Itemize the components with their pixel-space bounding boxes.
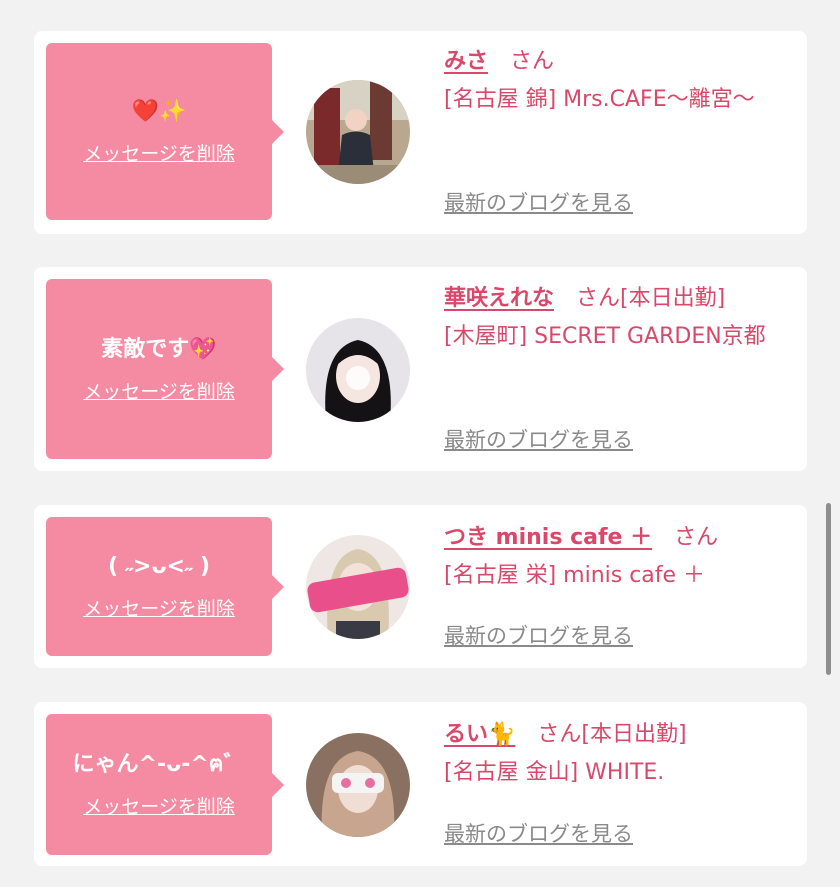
status-badge: [本日出勤] [620, 286, 726, 311]
message-text: 素敵です💖 [101, 336, 217, 362]
delete-message-link[interactable]: メッセージを削除 [83, 139, 235, 166]
cast-name-link[interactable]: 華咲えれな [444, 286, 554, 311]
shop-name: [名古屋 栄] minis cafe ＋ [444, 563, 706, 588]
cast-info: 華咲えれな さん[本日出勤] [木屋町] SECRET GARDEN京都 [444, 280, 794, 356]
cast-name-link[interactable]: つき minis cafe ＋ [444, 525, 652, 550]
honorific: さん [537, 722, 582, 747]
latest-blog-link[interactable]: 最新のブログを見る [444, 818, 633, 848]
avatar-photo-icon [306, 535, 410, 639]
delete-message-link[interactable]: メッセージを削除 [83, 792, 235, 819]
favorite-card: 素敵です💖 メッセージを削除 華咲えれな さん[本日出勤] [木屋町] SECRE… [34, 267, 807, 471]
avatar-photo-icon [306, 318, 410, 422]
favorite-card: ( ˶>ᴗ<˶ ) メッセージを削除 つき minis cafe ＋ さん [名古… [34, 505, 807, 668]
cast-name-link[interactable]: みさ [444, 49, 488, 74]
avatar[interactable] [306, 80, 410, 184]
scrollbar[interactable] [826, 503, 831, 675]
favorite-card: ❤️✨ メッセージを削除 みさ さん [名古屋 錦] Mrs.CAFE〜離宮〜 最… [34, 31, 807, 234]
avatar[interactable] [306, 318, 410, 422]
status-badge: [本日出勤] [581, 722, 687, 747]
delete-message-link[interactable]: メッセージを削除 [83, 377, 235, 404]
cast-name-link[interactable]: るい🐈 [444, 722, 515, 747]
avatar[interactable] [306, 733, 410, 837]
honorific: さん [510, 49, 555, 74]
latest-blog-link[interactable]: 最新のブログを見る [444, 424, 633, 454]
shop-name: [名古屋 錦] Mrs.CAFE〜離宮〜 [444, 87, 755, 112]
honorific: さん [674, 525, 719, 550]
cast-info: つき minis cafe ＋ さん [名古屋 栄] minis cafe ＋ [444, 519, 794, 595]
shop-name: [木屋町] SECRET GARDEN京都 [444, 324, 766, 349]
message-bubble: にゃん^-ᴗ-^ฅ゛ メッセージを削除 [46, 714, 284, 855]
message-text: にゃん^-ᴗ-^ฅ゛ [72, 752, 246, 777]
message-bubble: 素敵です💖 メッセージを削除 [46, 279, 284, 459]
message-bubble: ( ˶>ᴗ<˶ ) メッセージを削除 [46, 517, 284, 656]
avatar[interactable] [306, 535, 410, 639]
latest-blog-link[interactable]: 最新のブログを見る [444, 620, 633, 650]
cast-info: るい🐈 さん[本日出勤] [名古屋 金山] WHITE. [444, 716, 794, 792]
shop-name: [名古屋 金山] WHITE. [444, 760, 665, 785]
favorite-card: にゃん^-ᴗ-^ฅ゛ メッセージを削除 るい🐈 さん[本日出勤] [名古屋 金山]… [34, 702, 807, 866]
message-bubble: ❤️✨ メッセージを削除 [46, 43, 284, 220]
avatar-photo-icon [306, 80, 410, 184]
avatar-photo-icon [306, 733, 410, 837]
message-text: ❤️✨ [131, 99, 187, 124]
honorific: さん [576, 286, 621, 311]
cast-info: みさ さん [名古屋 錦] Mrs.CAFE〜離宮〜 [444, 43, 794, 119]
latest-blog-link[interactable]: 最新のブログを見る [444, 187, 633, 217]
message-text: ( ˶>ᴗ<˶ ) [107, 554, 211, 579]
delete-message-link[interactable]: メッセージを削除 [83, 594, 235, 621]
